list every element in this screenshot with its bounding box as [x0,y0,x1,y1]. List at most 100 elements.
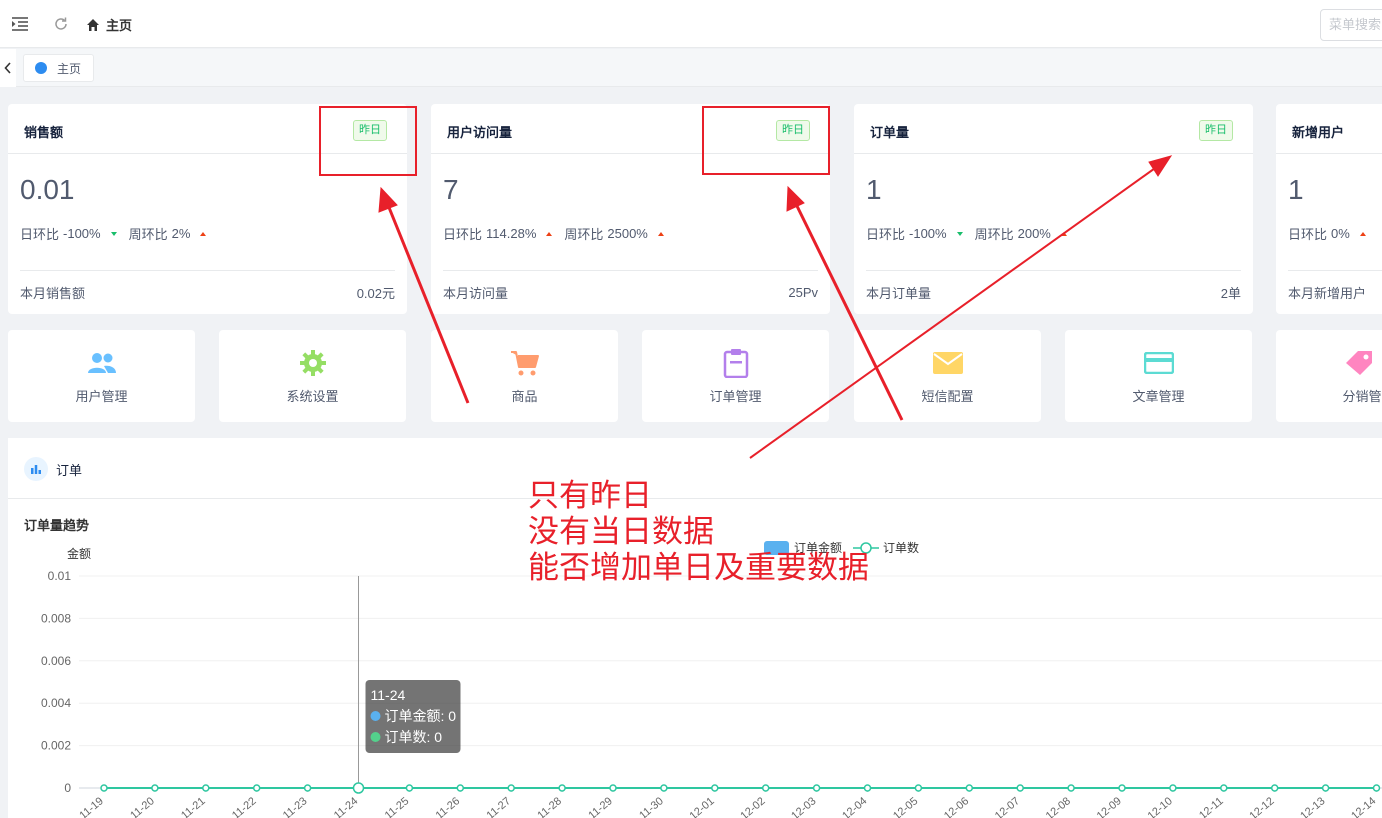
stat-footer: 本月新增用户 [1288,270,1382,314]
x-tick-label: 12-12 [1247,795,1276,818]
y-tick-label: 0.006 [41,654,71,668]
x-tick-label: 11-19 [77,795,106,818]
shortcut-order-management[interactable]: 订单管理 [642,330,829,422]
x-tick-label: 11-23 [281,795,310,818]
x-tick-label: 12-04 [840,795,869,818]
trend-up-icon [200,231,207,236]
trend-down-icon [956,231,963,236]
point-11-20 [151,784,159,792]
shortcut-label: 商品 [511,388,538,404]
point-11-29 [609,784,617,792]
shortcut-label: 系统设置 [286,388,339,404]
x-tick-label: 12-01 [687,795,716,818]
point-12-02 [761,784,770,792]
x-tick-label: 12-02 [738,795,767,818]
x-tick-label: 12-05 [891,795,920,818]
tooltip-row: 订单数: 0 [385,729,443,745]
shortcut-label: 短信配置 [921,388,974,404]
point-11-27 [507,784,515,792]
menu-search-input[interactable]: 菜单搜索 [1320,9,1382,41]
day-ratio-label: 日环比 [866,227,906,242]
stat-card-orders: 订单量 昨日 1 日环比 -100% 周环比 200% 本月订单量 2单 [854,104,1253,314]
x-tick-label: 12-08 [1044,795,1073,818]
home-icon [87,18,99,31]
shortcut-distribution[interactable]: 分销管 [1276,330,1382,422]
x-tick-label: 12-03 [789,795,818,818]
x-tick-label: 12-07 [993,795,1022,818]
menu-fold-icon[interactable] [10,14,30,34]
breadcrumb[interactable]: 主页 [86,15,132,34]
x-ticks: 11-19 11-20 11-21 11-22 11-23 11-24 11-25 11-26… [77,788,1378,818]
chart-series [100,784,1381,792]
point-12-01 [711,784,719,792]
y-tick-label: 0.004 [41,696,71,710]
point-12-03 [812,784,821,792]
point-12-04 [863,784,872,792]
x-tick-label: 11-25 [383,795,412,818]
tooltip-marker [370,711,381,721]
tab-home[interactable]: 主页 [23,54,94,82]
point-11-21 [202,784,210,792]
stat-value: 7 [443,174,459,205]
point-12-06 [965,784,974,792]
shortcut-products[interactable]: 商品 [431,330,618,422]
chart-title: 订单量趋势 [24,518,89,533]
day-ratio-value: 114.28% [486,226,537,241]
trend-up-icon [657,231,664,236]
users-icon [87,348,117,378]
point-12-07 [1016,784,1024,792]
shortcut-article-management[interactable]: 文章管理 [1065,330,1252,422]
shortcut-user-management[interactable]: 用户管理 [8,330,195,422]
stat-title: 用户访问量 [447,125,513,140]
card-icon [1143,348,1174,378]
stat-footer: 本月访问量 25Pv [443,270,818,314]
tooltip-title: 11-24 [371,687,406,703]
x-tick-label: 12-11 [1197,795,1226,818]
clipboard-icon [721,348,751,378]
gear-icon [298,348,328,378]
tab-label: 主页 [57,61,82,76]
annotation-box-sales [319,106,417,176]
stat-footer: 本月订单量 2单 [866,270,1241,314]
hover-point [352,782,365,794]
point-12-09 [1118,784,1126,792]
tabs-scroll-left-button[interactable] [0,49,16,87]
x-tick-label: 11-20 [128,795,157,818]
point-11-30 [660,784,668,792]
trend-up-icon [1359,231,1366,236]
week-ratio-label: 周环比 [974,227,1014,242]
point-11-22 [252,784,261,792]
point-12-13 [1321,784,1330,792]
stat-ratios: 日环比 114.28% 周环比 2500% [443,224,664,243]
stat-value: 1 [1288,174,1304,205]
stat-title: 订单量 [870,125,910,140]
top-header: 主页 菜单搜索 [0,0,1382,48]
point-12-05 [914,784,923,792]
footer-value: 2单 [1220,286,1241,301]
chevron-left-icon [4,62,11,74]
y-tick-label: 0.01 [48,569,72,583]
day-ratio-value: 0% [1331,226,1350,241]
refresh-icon[interactable] [51,14,71,34]
stat-ratios: 日环比 -100% 周环比 200% [866,224,1067,243]
week-ratio-label: 周环比 [564,227,604,242]
point-12-10 [1169,784,1177,792]
week-ratio-label: 周环比 [128,227,168,242]
stat-title: 销售额 [24,125,64,140]
y-tick-label: 0.008 [41,611,71,625]
x-tick-label: 12-09 [1095,795,1124,818]
x-tick-label: 12-10 [1146,795,1175,818]
y-tick-label: 0.002 [41,739,71,753]
shortcut-label: 文章管理 [1132,388,1185,404]
point-12-14 [1372,784,1381,792]
shortcut-sms-config[interactable]: 短信配置 [854,330,1041,422]
day-ratio-label: 日环比 [443,227,483,242]
footer-label: 本月新增用户 [1288,286,1367,301]
period-tag: 昨日 [1199,120,1233,141]
active-dot-icon [35,62,47,74]
day-ratio-label: 日环比 [1288,227,1328,242]
stat-title: 新增用户 [1292,125,1345,140]
x-tick-label: 12-06 [942,795,971,818]
shortcut-system-settings[interactable]: 系统设置 [219,330,406,422]
chart-tooltip: 11-24 订单金额: 0 订单数: 0 [352,576,461,794]
